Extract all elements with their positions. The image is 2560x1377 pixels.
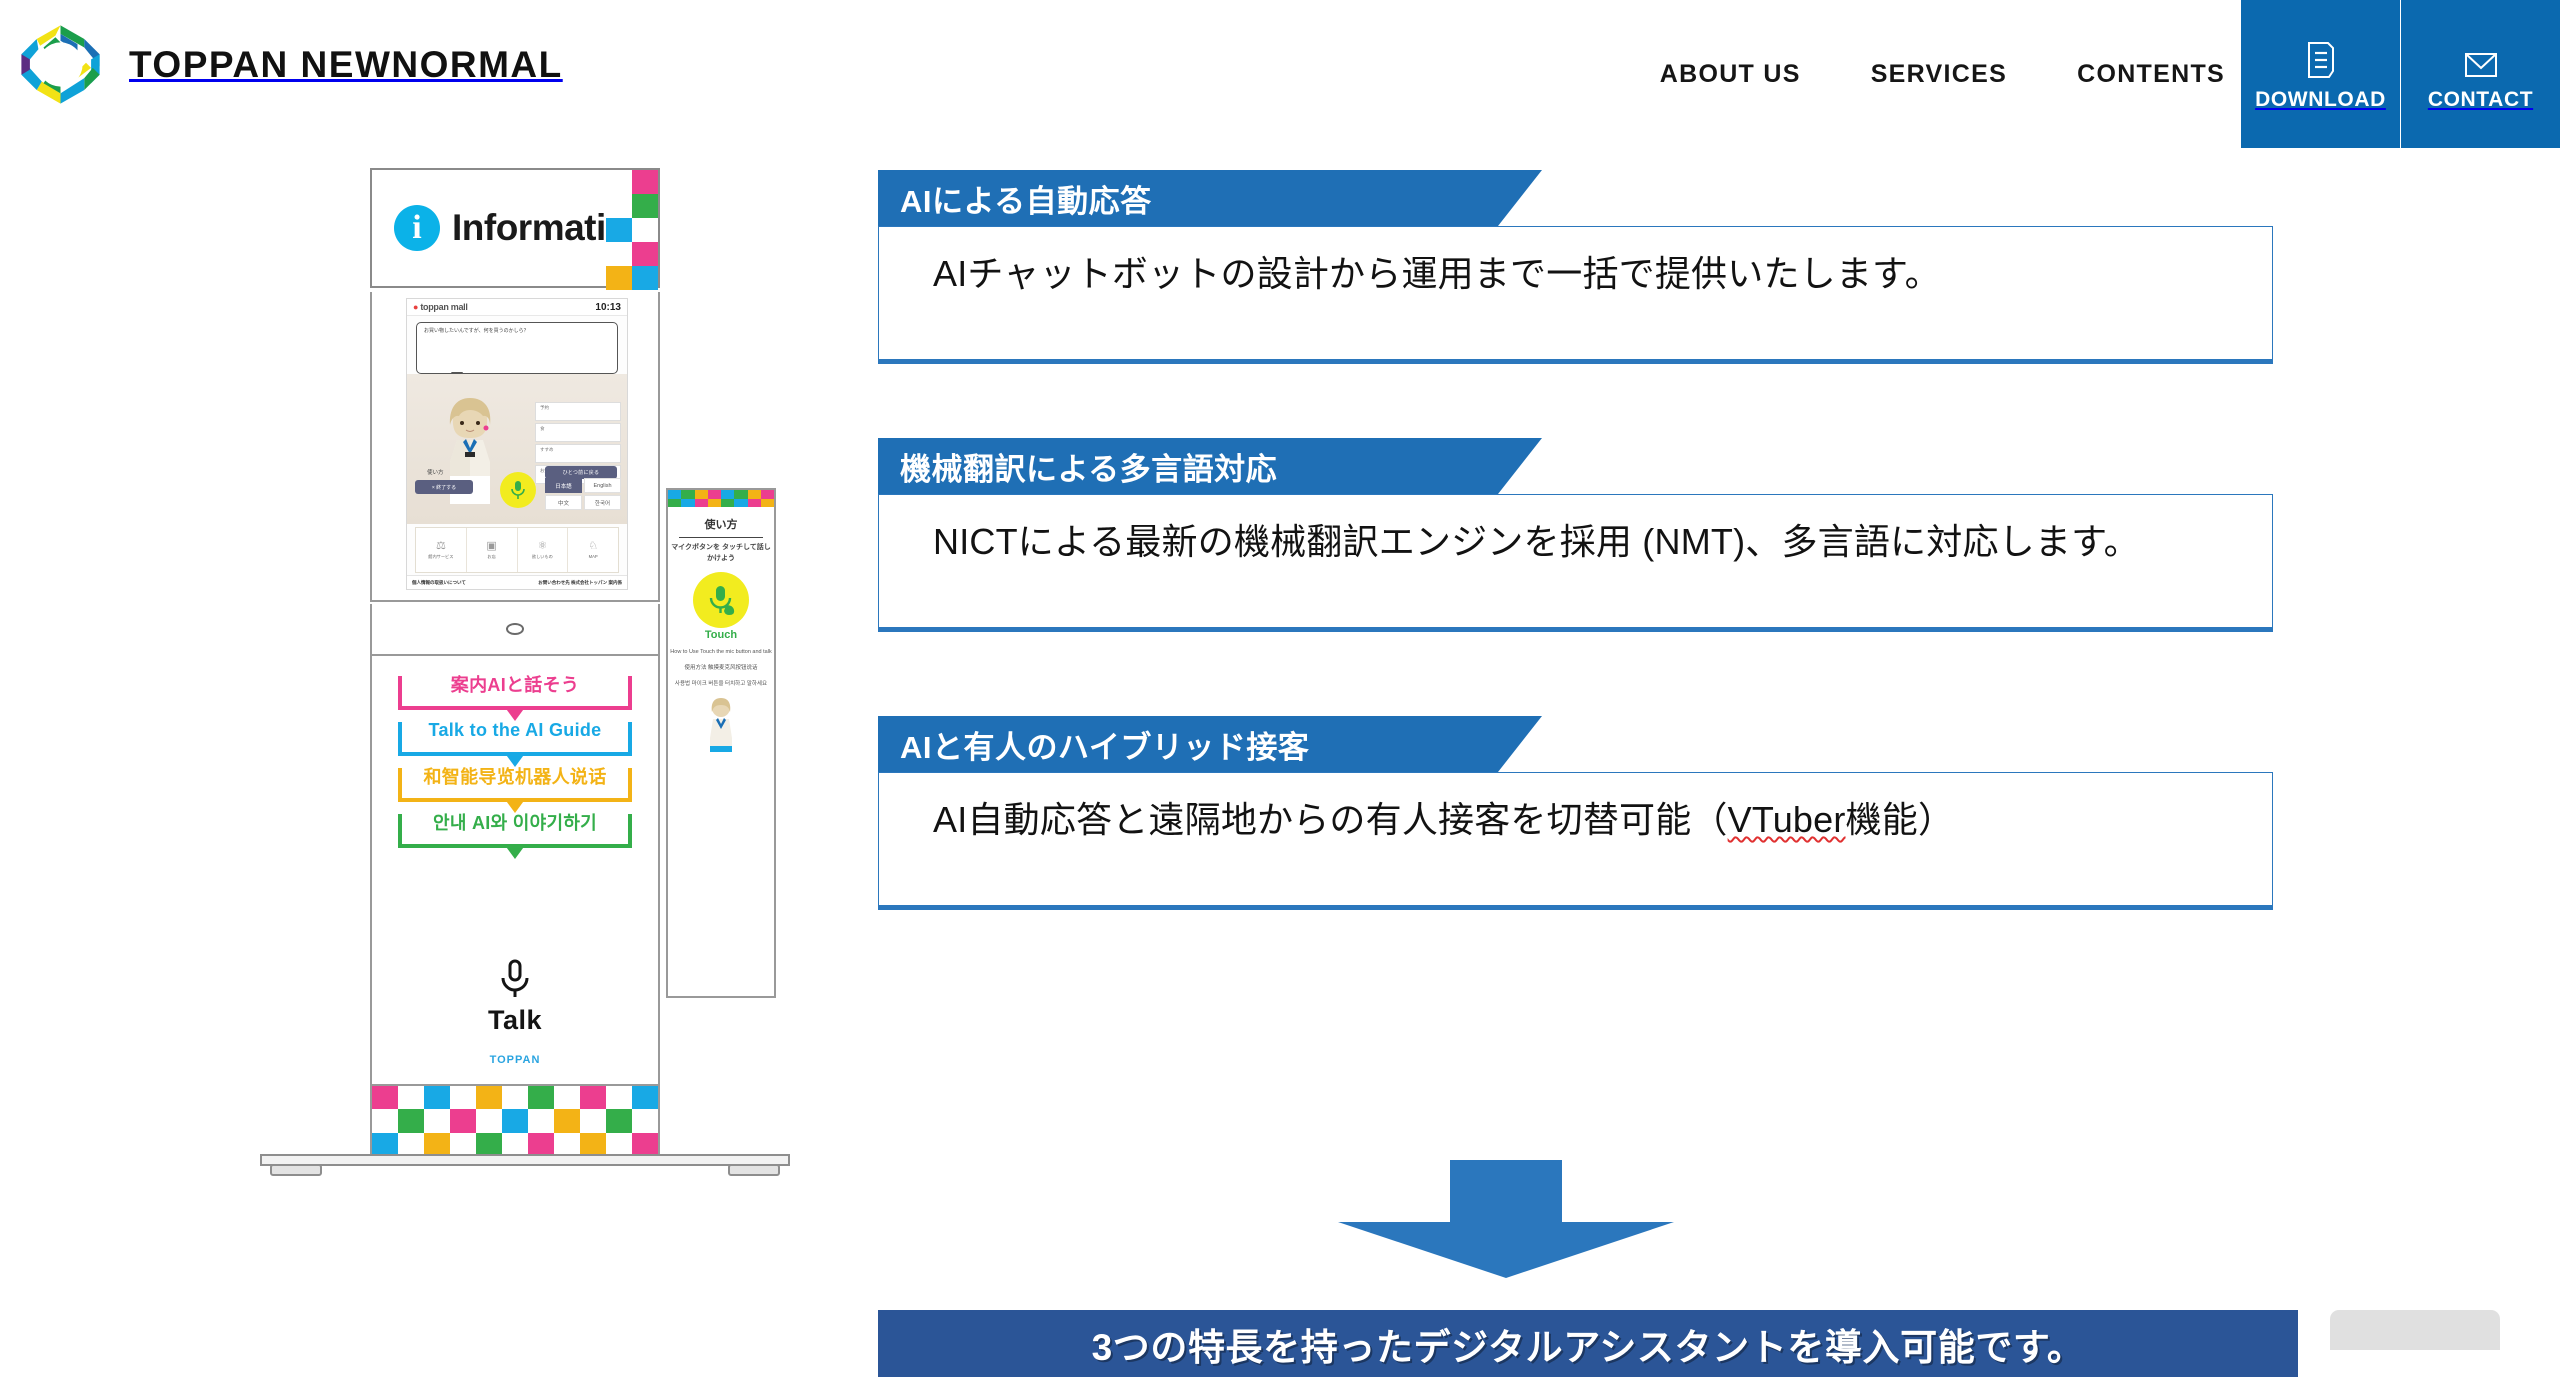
ribbon-korean: 안내 AI와 이야기하기 [398,813,632,848]
kiosk-foot-left [270,1164,322,1176]
feature-2-title: 機械翻訳による多言語対応 [900,451,1278,487]
tablet-footer-right: お問い合わせ先 株式会社トッパン 案内係 [538,579,622,585]
tablet-app-name: ● toppan mall [413,302,468,312]
information-circle-icon: i [394,205,440,251]
language-option-ja[interactable]: 日本語 [545,478,582,493]
tablet-statusbar: ● toppan mall 10:13 [407,299,627,316]
sign-checker-decoration [606,170,658,290]
brand-name: TOPPAN NEWNORMAL [129,43,563,85]
toppan-octagon-logo-icon [21,25,100,104]
shortcut-news[interactable]: ⚛ 欲しいもの [518,528,569,572]
microphone-icon[interactable] [500,472,536,508]
ribbon-english: Talk to the AI Guide [398,720,632,756]
contact-button[interactable]: CONTACT [2400,0,2560,148]
kiosk-talk-prompt: Talk [372,959,658,1036]
tablet-avatar-stage: 予約 食 すすめ お知らせ ひとつ前に戻る 使い方 × 終了する [407,374,627,524]
kiosk-screen-bezel: ● toppan mall 10:13 お買い物したいんですが、何を買うのかしら… [370,292,660,602]
services-icon: ⚖ [435,539,446,552]
microphone-touch-icon [693,572,749,628]
feature-3-title: AIと有人のハイブリッド接客 [900,729,1310,765]
kiosk-camera-panel [370,604,660,656]
kiosk-foot-right [728,1164,780,1176]
kiosk-side-howto-panel: 使い方 マイクボタンを タッチして話しかけよう Touch How to Use… [666,488,776,998]
document-download-icon [2306,37,2336,79]
feature-1-header: AIによる自動応答 [878,170,1542,226]
microphone-icon [501,959,529,997]
feature-2-body: NICTによる最新の機械翻訳エンジンを採用 (NMT)、多言語に対応します。 [878,494,2273,632]
kiosk-checker-base [370,1086,660,1156]
feature-2-header: 機械翻訳による多言語対応 [878,438,1542,494]
side-panel-touch-label: Touch [704,629,738,641]
camera-lens-icon [506,623,524,635]
feature-card-3: AIと有人のハイブリッド接客 AI自動応答と遠隔地からの有人接客を切替可能（VT… [878,716,2273,910]
feature-1-body: AIチャットボットの設計から運用まで一括で提供いたします。 [878,226,2273,364]
side-panel-title: 使い方 [679,516,763,538]
ribbon-chinese: 和智能导览机器人说话 [398,767,632,802]
kiosk-body-panel: 案内AIと話そう Talk to the AI Guide 和智能导览机器人说话… [370,656,660,1086]
avatar-guide-character [449,398,491,504]
down-arrow-icon [1338,1160,1674,1278]
side-panel-character-icon [710,698,732,753]
download-button-label: DOWNLOAD [2255,87,2386,111]
tablet-footer-left: 個人情報の取扱いについて [412,579,466,585]
nav-item-about-us[interactable]: ABOUT US [1625,60,1836,89]
envelope-mail-icon [2464,37,2498,79]
news-icon: ⚛ [537,539,548,552]
menu-item[interactable]: 食 [535,423,621,442]
side-panel-checker-decoration [668,490,774,507]
talk-label: Talk [487,1005,543,1035]
feature-3-text-spellcheck: VTuber [1727,799,1846,840]
language-option-zh[interactable]: 中文 [545,495,582,510]
feature-3-body: AI自動応答と遠隔地からの有人接客を切替可能（VTuber機能） [878,772,2273,910]
main-navigation: ABOUT US SERVICES CONTENTS [1625,0,2260,148]
shortcut-map[interactable]: ♘ MAP [568,528,618,572]
shortcut-services[interactable]: ⚖ 館内サービス [416,528,467,572]
map-icon: ♘ [588,540,599,552]
side-panel-line-en: How to Use Touch the mic button and talk [670,649,772,655]
floor-icon: ▣ [486,539,497,552]
kiosk-floor-rail [260,1154,790,1166]
feature-card-2: 機械翻訳による多言語対応 NICTによる最新の機械翻訳エンジンを採用 (NMT)… [878,438,2273,632]
site-header: TOPPAN NEWNORMAL ABOUT US SERVICES CONTE… [0,0,2560,148]
header-action-buttons: DOWNLOAD CONTACT [2240,0,2560,148]
feature-2-text: NICTによる最新の機械翻訳エンジンを採用 (NMT)、多言語に対応します。 [933,521,2140,562]
side-panel-subtitle: マイクボタンを タッチして話しかけよう [671,544,771,562]
tablet-exit-button[interactable]: × 終了する [415,480,473,494]
brand-home-link[interactable]: TOPPAN NEWNORMAL [18,22,563,107]
kiosk-illustration: i Information ● toppan mall 10:13 お買い物した… [260,158,790,1238]
tablet-speech-bubble: お買い物したいんですが、何を買うのかしら？ [416,322,618,382]
tablet-footer: 個人情報の取扱いについて お問い合わせ先 株式会社トッパン 案内係 [407,575,627,589]
feature-3-text-post: 機能） [1845,799,1955,840]
feature-3-text-pre: AI自動応答と遠隔地からの有人接客を切替可能（ [933,799,1728,840]
side-panel-line-ko: 사용법 마이크 버튼을 터치하고 말하세요 [674,680,768,687]
bottom-right-widget[interactable] [2330,1310,2500,1350]
ribbon-japanese: 案内AIと話そう [398,675,632,710]
download-button[interactable]: DOWNLOAD [2240,0,2400,148]
nav-item-services[interactable]: SERVICES [1836,60,2042,89]
feature-1-text: AIチャットボットの設計から運用まで一括で提供いたします。 [933,253,1941,294]
tablet-language-selector[interactable]: 日本語 English 中文 한국어 [545,478,621,510]
menu-item[interactable]: すすめ [535,444,621,463]
menu-item[interactable]: 予約 [535,402,621,421]
contact-button-label: CONTACT [2427,87,2534,111]
kiosk-tablet-screen[interactable]: ● toppan mall 10:13 お買い物したいんですが、何を買うのかしら… [406,298,628,590]
tablet-howto-label: 使い方 [427,470,444,476]
slide-content: i Information ● toppan mall 10:13 お買い物した… [0,148,2560,1377]
side-panel-line-zh: 使用方法 触摸麦克风按钮说话 [684,664,758,671]
feature-1-title: AIによる自動応答 [900,183,1152,219]
tablet-shortcut-bar[interactable]: ⚖ 館内サービス ▣ お店 ⚛ 欲しいもの ♘ MAP [415,527,619,573]
nav-item-contents[interactable]: CONTENTS [2042,60,2260,89]
language-option-en[interactable]: English [584,478,621,493]
feature-3-header: AIと有人のハイブリッド接客 [878,716,1542,772]
language-option-ko[interactable]: 한국어 [584,495,621,510]
kiosk-top-sign: i Information [370,168,660,290]
feature-3-text: AI自動応答と遠隔地からの有人接客を切替可能（VTuber機能） [879,797,1954,842]
conclusion-banner: 3つの特長を持ったデジタルアシスタントを導入可能です。 [878,1310,2298,1377]
kiosk-ribbon-group: 案内AIと話そう Talk to the AI Guide 和智能导览机器人说话… [372,675,658,860]
kiosk-brand-footer: TOPPAN [489,1054,541,1066]
tablet-clock: 10:13 [595,301,621,313]
shortcut-shop[interactable]: ▣ お店 [467,528,518,572]
feature-card-1: AIによる自動応答 AIチャットボットの設計から運用まで一括で提供いたします。 [878,170,2273,364]
